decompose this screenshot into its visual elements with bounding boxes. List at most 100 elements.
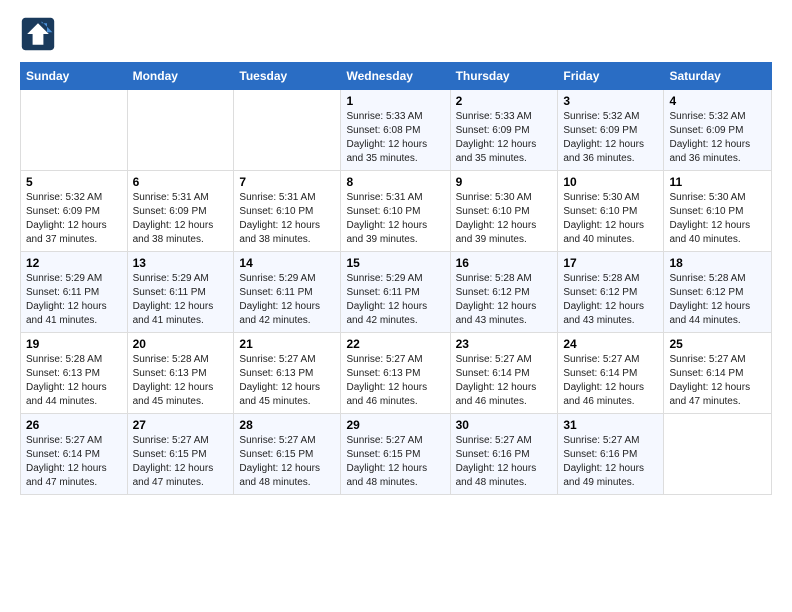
day-number: 17 [563,256,658,270]
calendar-cell [664,414,772,495]
calendar-cell: 8 Sunrise: 5:31 AM Sunset: 6:10 PM Daylig… [341,171,450,252]
day-number: 15 [346,256,444,270]
calendar-cell [21,90,128,171]
day-info: Sunrise: 5:31 AM Sunset: 6:10 PM Dayligh… [239,191,335,247]
day-number: 8 [346,175,444,189]
day-info: Sunrise: 5:27 AM Sunset: 6:16 PM Dayligh… [563,434,658,490]
day-info: Sunrise: 5:27 AM Sunset: 6:14 PM Dayligh… [456,353,553,409]
logo-icon [20,16,56,52]
day-number: 24 [563,337,658,351]
day-info: Sunrise: 5:27 AM Sunset: 6:14 PM Dayligh… [669,353,766,409]
calendar-week-2: 5 Sunrise: 5:32 AM Sunset: 6:09 PM Daylig… [21,171,772,252]
column-header-wednesday: Wednesday [341,63,450,90]
day-number: 3 [563,94,658,108]
day-number: 21 [239,337,335,351]
day-number: 10 [563,175,658,189]
day-info: Sunrise: 5:29 AM Sunset: 6:11 PM Dayligh… [133,272,229,328]
day-info: Sunrise: 5:33 AM Sunset: 6:09 PM Dayligh… [456,110,553,166]
calendar-cell: 26 Sunrise: 5:27 AM Sunset: 6:14 PM Dayli… [21,414,128,495]
day-number: 11 [669,175,766,189]
calendar-week-3: 12 Sunrise: 5:29 AM Sunset: 6:11 PM Dayli… [21,252,772,333]
calendar-week-5: 26 Sunrise: 5:27 AM Sunset: 6:14 PM Dayli… [21,414,772,495]
calendar-cell: 2 Sunrise: 5:33 AM Sunset: 6:09 PM Daylig… [450,90,558,171]
calendar-cell: 3 Sunrise: 5:32 AM Sunset: 6:09 PM Daylig… [558,90,664,171]
calendar-cell: 22 Sunrise: 5:27 AM Sunset: 6:13 PM Dayli… [341,333,450,414]
calendar-cell [234,90,341,171]
calendar-cell: 27Sunrise: 5:27 AM Sunset: 6:15 PM Dayli… [127,414,234,495]
calendar-table: SundayMondayTuesdayWednesdayThursdayFrid… [20,62,772,495]
calendar-cell: 21 Sunrise: 5:27 AM Sunset: 6:13 PM Dayli… [234,333,341,414]
calendar-cell: 13 Sunrise: 5:29 AM Sunset: 6:11 PM Dayli… [127,252,234,333]
day-number: 28 [239,418,335,432]
day-number: 30 [456,418,553,432]
day-number: 4 [669,94,766,108]
day-info: Sunrise: 5:27 AM Sunset: 6:13 PM Dayligh… [239,353,335,409]
calendar-cell: 19Sunrise: 5:28 AM Sunset: 6:13 PM Dayli… [21,333,128,414]
calendar-cell: 24 Sunrise: 5:27 AM Sunset: 6:14 PM Dayli… [558,333,664,414]
day-info: Sunrise: 5:28 AM Sunset: 6:13 PM Dayligh… [133,353,229,409]
day-info: Sunrise: 5:28 AM Sunset: 6:13 PM Dayligh… [26,353,122,409]
day-number: 1 [346,94,444,108]
calendar-cell: 17 Sunrise: 5:28 AM Sunset: 6:12 PM Dayli… [558,252,664,333]
day-info: Sunrise: 5:29 AM Sunset: 6:11 PM Dayligh… [26,272,122,328]
day-number: 14 [239,256,335,270]
calendar-header: SundayMondayTuesdayWednesdayThursdayFrid… [21,63,772,90]
day-info: Sunrise: 5:28 AM Sunset: 6:12 PM Dayligh… [669,272,766,328]
column-header-monday: Monday [127,63,234,90]
calendar-cell: 6Sunrise: 5:31 AM Sunset: 6:09 PM Daylig… [127,171,234,252]
day-info: Sunrise: 5:32 AM Sunset: 6:09 PM Dayligh… [669,110,766,166]
column-header-sunday: Sunday [21,63,128,90]
day-info: Sunrise: 5:27 AM Sunset: 6:14 PM Dayligh… [563,353,658,409]
day-number: 7 [239,175,335,189]
day-info: Sunrise: 5:27 AM Sunset: 6:15 PM Dayligh… [346,434,444,490]
calendar-cell: 20 Sunrise: 5:28 AM Sunset: 6:13 PM Dayli… [127,333,234,414]
day-info: Sunrise: 5:33 AM Sunset: 6:08 PM Dayligh… [346,110,444,166]
calendar-cell: 28Sunrise: 5:27 AM Sunset: 6:15 PM Dayli… [234,414,341,495]
day-info: Sunrise: 5:29 AM Sunset: 6:11 PM Dayligh… [346,272,444,328]
calendar-cell: 23Sunrise: 5:27 AM Sunset: 6:14 PM Dayli… [450,333,558,414]
day-number: 2 [456,94,553,108]
calendar-body: 1 Sunrise: 5:33 AM Sunset: 6:08 PM Daylig… [21,90,772,495]
calendar-cell: 31 Sunrise: 5:27 AM Sunset: 6:16 PM Dayli… [558,414,664,495]
day-info: Sunrise: 5:28 AM Sunset: 6:12 PM Dayligh… [563,272,658,328]
calendar-cell: 7 Sunrise: 5:31 AM Sunset: 6:10 PM Daylig… [234,171,341,252]
day-number: 6 [133,175,229,189]
calendar-cell: 1 Sunrise: 5:33 AM Sunset: 6:08 PM Daylig… [341,90,450,171]
day-info: Sunrise: 5:32 AM Sunset: 6:09 PM Dayligh… [563,110,658,166]
day-info: Sunrise: 5:32 AM Sunset: 6:09 PM Dayligh… [26,191,122,247]
day-number: 5 [26,175,122,189]
calendar-cell: 30 Sunrise: 5:27 AM Sunset: 6:16 PM Dayli… [450,414,558,495]
day-number: 22 [346,337,444,351]
day-info: Sunrise: 5:27 AM Sunset: 6:16 PM Dayligh… [456,434,553,490]
calendar-cell: 11Sunrise: 5:30 AM Sunset: 6:10 PM Dayli… [664,171,772,252]
day-number: 31 [563,418,658,432]
calendar-cell [127,90,234,171]
day-number: 9 [456,175,553,189]
page-header [20,16,772,52]
calendar-cell: 5 Sunrise: 5:32 AM Sunset: 6:09 PM Daylig… [21,171,128,252]
calendar-week-4: 19Sunrise: 5:28 AM Sunset: 6:13 PM Dayli… [21,333,772,414]
logo [20,16,62,52]
day-number: 12 [26,256,122,270]
day-number: 18 [669,256,766,270]
day-number: 13 [133,256,229,270]
calendar-cell: 16 Sunrise: 5:28 AM Sunset: 6:12 PM Dayli… [450,252,558,333]
day-number: 26 [26,418,122,432]
day-info: Sunrise: 5:27 AM Sunset: 6:14 PM Dayligh… [26,434,122,490]
day-info: Sunrise: 5:28 AM Sunset: 6:12 PM Dayligh… [456,272,553,328]
calendar-cell: 9Sunrise: 5:30 AM Sunset: 6:10 PM Daylig… [450,171,558,252]
day-number: 20 [133,337,229,351]
day-number: 27 [133,418,229,432]
calendar-cell: 18 Sunrise: 5:28 AM Sunset: 6:12 PM Dayli… [664,252,772,333]
day-info: Sunrise: 5:31 AM Sunset: 6:10 PM Dayligh… [346,191,444,247]
day-info: Sunrise: 5:30 AM Sunset: 6:10 PM Dayligh… [563,191,658,247]
calendar-cell: 25Sunrise: 5:27 AM Sunset: 6:14 PM Dayli… [664,333,772,414]
day-info: Sunrise: 5:27 AM Sunset: 6:13 PM Dayligh… [346,353,444,409]
day-number: 16 [456,256,553,270]
column-header-tuesday: Tuesday [234,63,341,90]
calendar-cell: 15 Sunrise: 5:29 AM Sunset: 6:11 PM Dayli… [341,252,450,333]
calendar-cell: 10 Sunrise: 5:30 AM Sunset: 6:10 PM Dayli… [558,171,664,252]
column-header-thursday: Thursday [450,63,558,90]
calendar-cell: 14Sunrise: 5:29 AM Sunset: 6:11 PM Dayli… [234,252,341,333]
day-number: 29 [346,418,444,432]
